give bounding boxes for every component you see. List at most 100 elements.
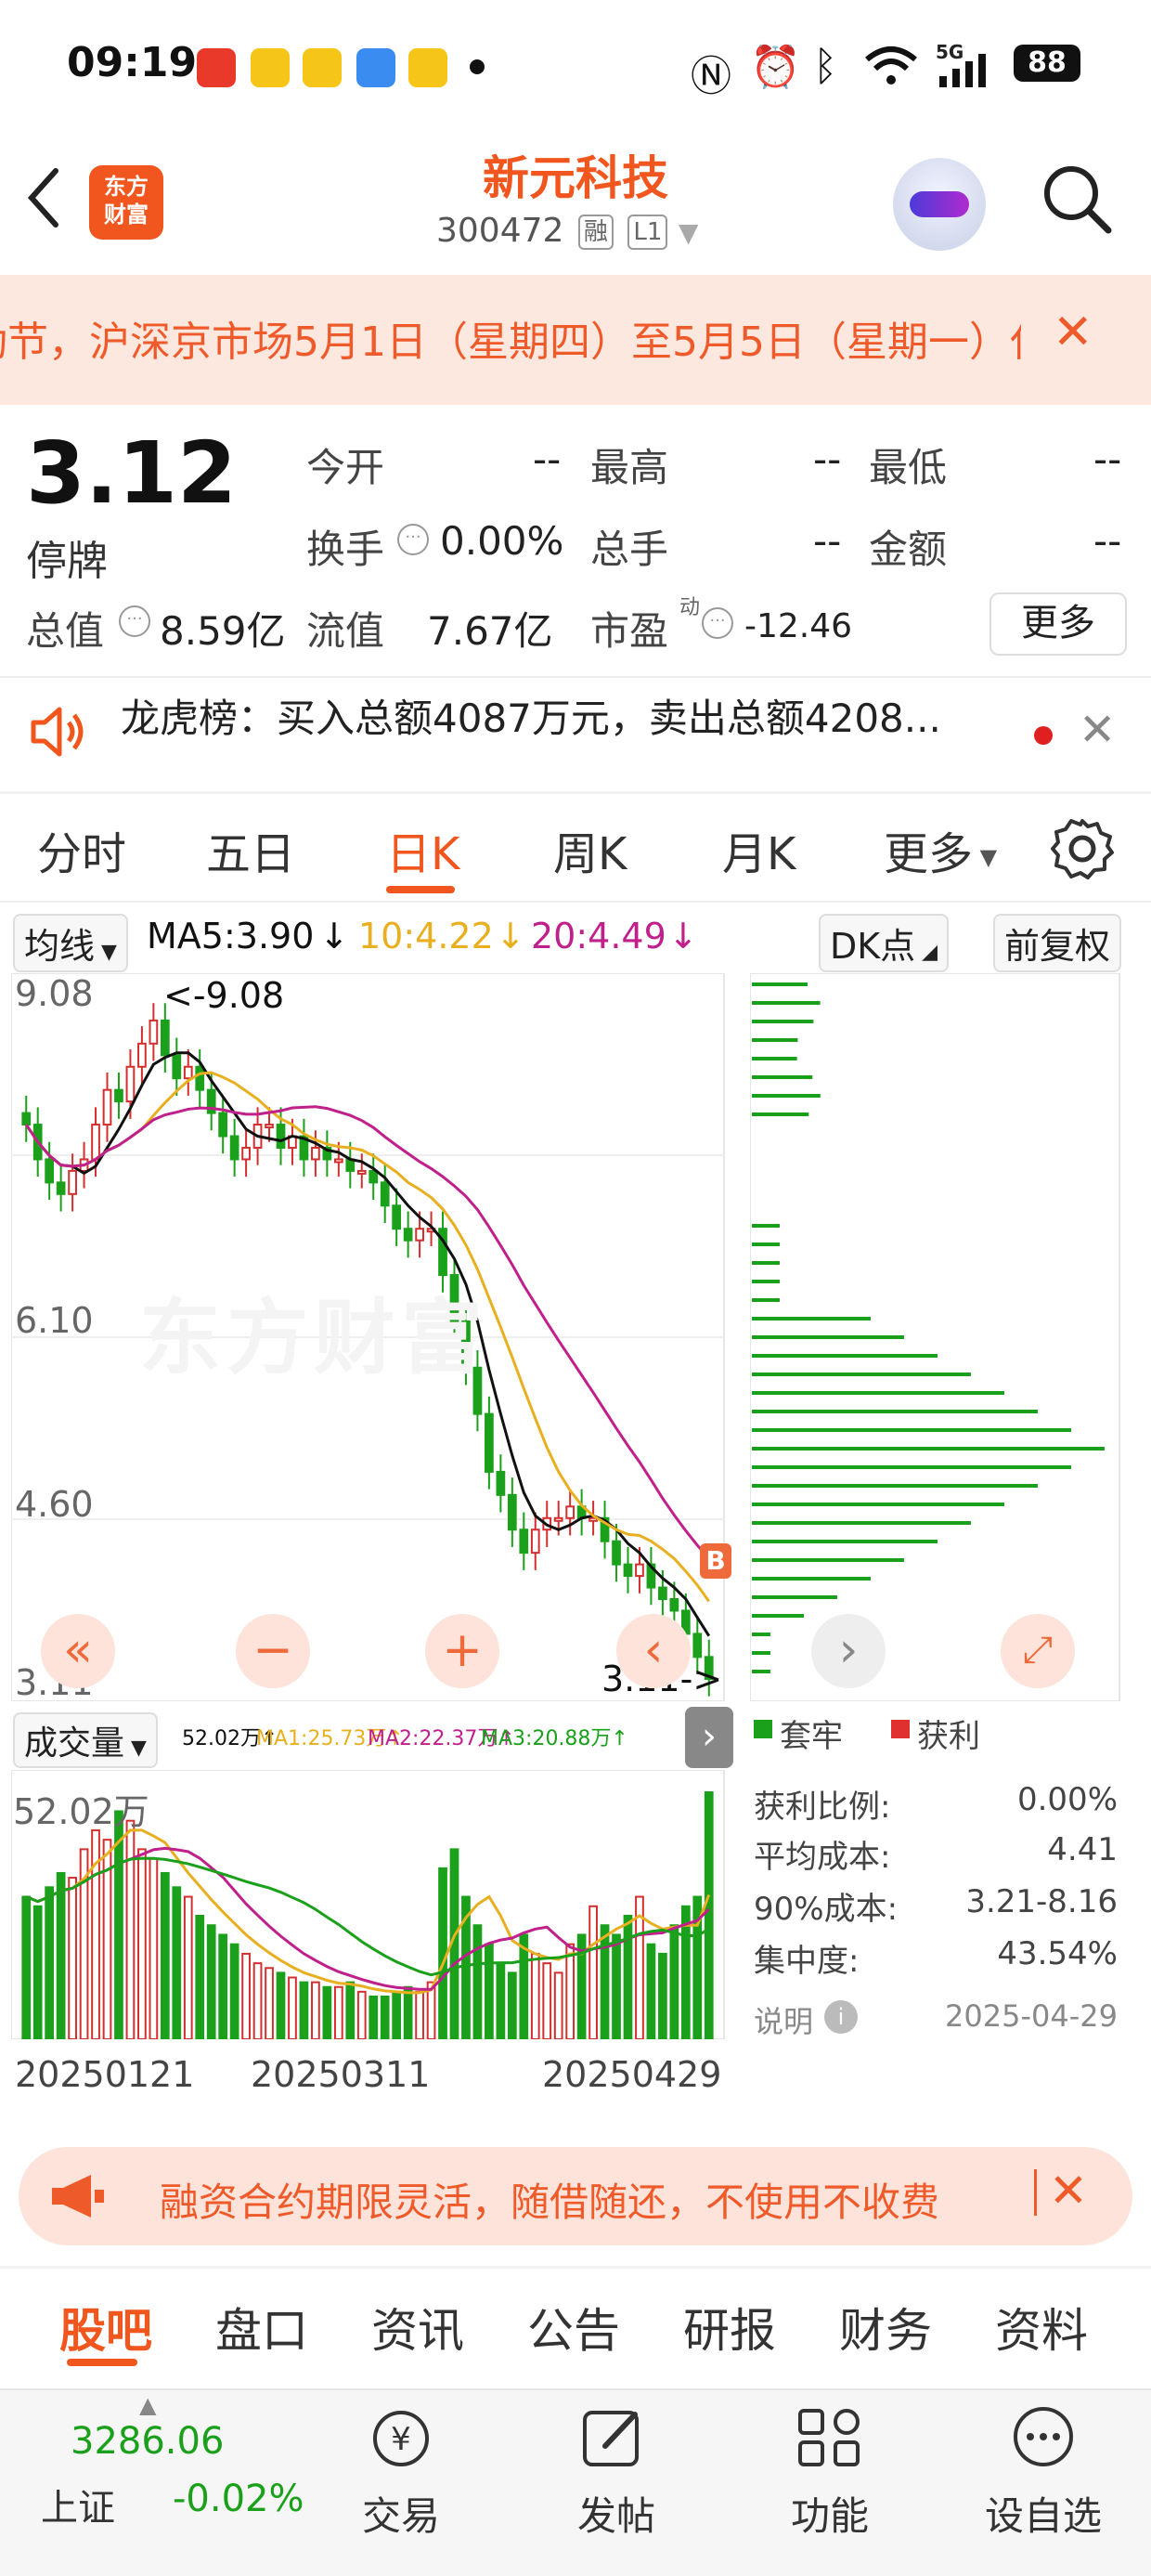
tab-research[interactable]: 研报 bbox=[683, 2294, 776, 2361]
edit-post-icon[interactable] bbox=[579, 2405, 650, 2470]
dk-point-button[interactable]: DK点 ◢ bbox=[819, 914, 950, 972]
buy-signal-badge[interactable]: B bbox=[700, 1543, 731, 1579]
high-price-marker: <-9.08 bbox=[163, 975, 285, 1016]
volume-bar bbox=[542, 1962, 552, 2039]
chip-bar bbox=[752, 1465, 1071, 1469]
chip-bar bbox=[752, 1595, 837, 1599]
current-price: 3.12 bbox=[26, 423, 237, 523]
chip-date: 2025-04-29 bbox=[945, 1998, 1118, 2034]
chip-bar bbox=[752, 1298, 780, 1302]
down-arrow-icon: ↓ bbox=[496, 916, 525, 956]
candle-body bbox=[183, 1065, 193, 1080]
promo-text[interactable]: 融资合约期限灵活，随借随还，不使用不收费 bbox=[160, 2171, 1032, 2228]
nav-post[interactable]: 发帖 bbox=[542, 2485, 691, 2542]
candle-body bbox=[265, 1124, 274, 1129]
volume-bar bbox=[333, 1985, 343, 2039]
app-notification-icon bbox=[356, 48, 395, 87]
trade-yen-icon[interactable]: ¥ bbox=[364, 2405, 438, 2470]
price-axis-label: 4.60 bbox=[15, 1484, 94, 1525]
adjust-button[interactable]: 前复权 bbox=[993, 914, 1122, 972]
tab-financials[interactable]: 财务 bbox=[839, 2294, 932, 2361]
nfc-icon: Ⓝ bbox=[691, 53, 731, 100]
caret-down-icon: ▼ bbox=[124, 1737, 147, 1760]
nav-features[interactable]: 功能 bbox=[756, 2485, 904, 2542]
indicator-selector[interactable]: 均线 ▼ bbox=[13, 914, 128, 972]
chip-note-label[interactable]: 说明 bbox=[754, 1998, 813, 2041]
turnover-label: 换手 bbox=[306, 527, 385, 572]
scroll-left-button[interactable]: ‹ bbox=[616, 1614, 691, 1688]
search-icon[interactable] bbox=[1040, 162, 1114, 236]
volume-ma3: MA3:20.88万↑ bbox=[481, 1727, 628, 1750]
chip-bar bbox=[752, 1558, 904, 1562]
tab-more[interactable]: 更多 ▼ bbox=[884, 817, 997, 882]
volume-bar bbox=[623, 1915, 633, 2039]
candle-body bbox=[68, 1169, 77, 1195]
settings-gear-icon[interactable] bbox=[1049, 815, 1116, 882]
volume-bar bbox=[265, 1967, 274, 2039]
volume-bar bbox=[485, 1943, 494, 2039]
volume-bar bbox=[472, 1924, 483, 2039]
zoom-in-button[interactable]: + bbox=[425, 1614, 499, 1688]
candle-body bbox=[485, 1412, 494, 1473]
tab-forum[interactable]: 股吧 bbox=[59, 2294, 152, 2361]
more-dots-icon[interactable] bbox=[1008, 2403, 1079, 2470]
info-icon[interactable]: i bbox=[824, 2000, 858, 2034]
pe-label: 市盈 bbox=[590, 608, 669, 654]
signal-icon bbox=[939, 54, 986, 87]
more-notifications-icon bbox=[470, 59, 485, 74]
chip-bar bbox=[752, 1075, 813, 1079]
amount-value: -- bbox=[1093, 518, 1122, 564]
assistant-robot-avatar[interactable] bbox=[893, 158, 986, 251]
close-icon[interactable]: ✕ bbox=[1053, 305, 1093, 360]
volume-bar bbox=[21, 1895, 32, 2039]
candle-body bbox=[91, 1124, 100, 1161]
trapped-legend-label: 套牢 bbox=[780, 1718, 843, 1755]
dragon-tiger-text[interactable]: 龙虎榜：买入总额4087万元，卖出总额4208... bbox=[121, 687, 941, 744]
nav-trade[interactable]: 交易 bbox=[327, 2485, 475, 2542]
active-tab-underline bbox=[67, 2359, 137, 2366]
close-icon[interactable]: ✕ bbox=[1079, 704, 1116, 756]
tab-announcements[interactable]: 公告 bbox=[527, 2294, 620, 2361]
info-dots-icon[interactable]: ··· bbox=[119, 605, 150, 637]
candle-body bbox=[311, 1146, 320, 1161]
tab-profile[interactable]: 资料 bbox=[995, 2294, 1088, 2361]
tab-news[interactable]: 资讯 bbox=[371, 2294, 464, 2361]
info-dots-icon[interactable]: ··· bbox=[702, 607, 733, 639]
volume-bar bbox=[392, 1990, 402, 2039]
volume-bar bbox=[206, 1924, 216, 2039]
scroll-left-fast-button[interactable]: « bbox=[41, 1614, 115, 1688]
candle-body bbox=[519, 1529, 529, 1555]
down-arrow-icon: ↓ bbox=[668, 916, 698, 956]
info-dots-icon[interactable]: ··· bbox=[397, 524, 429, 555]
tab-daily-k[interactable]: 日K bbox=[386, 817, 459, 882]
index-value[interactable]: 3286.06 bbox=[71, 2420, 224, 2463]
chip-bar bbox=[752, 1484, 1038, 1488]
tab-five-day[interactable]: 五日 bbox=[206, 817, 295, 882]
volume-indicator-selector[interactable]: 成交量 ▼ bbox=[13, 1712, 158, 1768]
down-arrow-icon: ↓ bbox=[319, 916, 349, 956]
chip-bar bbox=[752, 1373, 971, 1376]
more-quote-button[interactable]: 更多 bbox=[989, 592, 1127, 656]
grid-features-icon[interactable] bbox=[795, 2405, 865, 2470]
chip-bar bbox=[752, 1651, 770, 1655]
candle-body bbox=[380, 1181, 390, 1207]
volume-bar bbox=[137, 1848, 147, 2039]
low-value: -- bbox=[1093, 436, 1122, 482]
volume-bar bbox=[369, 1995, 379, 2039]
tab-intraday[interactable]: 分时 bbox=[37, 817, 126, 882]
nav-add-watchlist[interactable]: 设自选 bbox=[969, 2485, 1118, 2542]
chip-bar bbox=[752, 1242, 780, 1246]
zoom-out-button[interactable]: − bbox=[236, 1614, 310, 1688]
expand-panel-button[interactable]: › bbox=[685, 1707, 733, 1768]
alarm-icon: ⏰ bbox=[750, 44, 801, 91]
tab-monthly-k[interactable]: 月K bbox=[722, 817, 795, 882]
speaker-icon bbox=[31, 707, 84, 757]
stock-code-row[interactable]: 300472 融 L1 ▼ bbox=[436, 212, 698, 250]
volume-bar bbox=[646, 1943, 656, 2039]
open-label: 今开 bbox=[306, 445, 385, 490]
tab-weekly-k[interactable]: 周K bbox=[553, 817, 627, 882]
volume-bar bbox=[669, 1924, 679, 2039]
tab-order-book[interactable]: 盘口 bbox=[215, 2294, 308, 2361]
volume-bar bbox=[68, 1877, 77, 2039]
close-icon[interactable]: ✕ bbox=[1049, 2164, 1088, 2218]
